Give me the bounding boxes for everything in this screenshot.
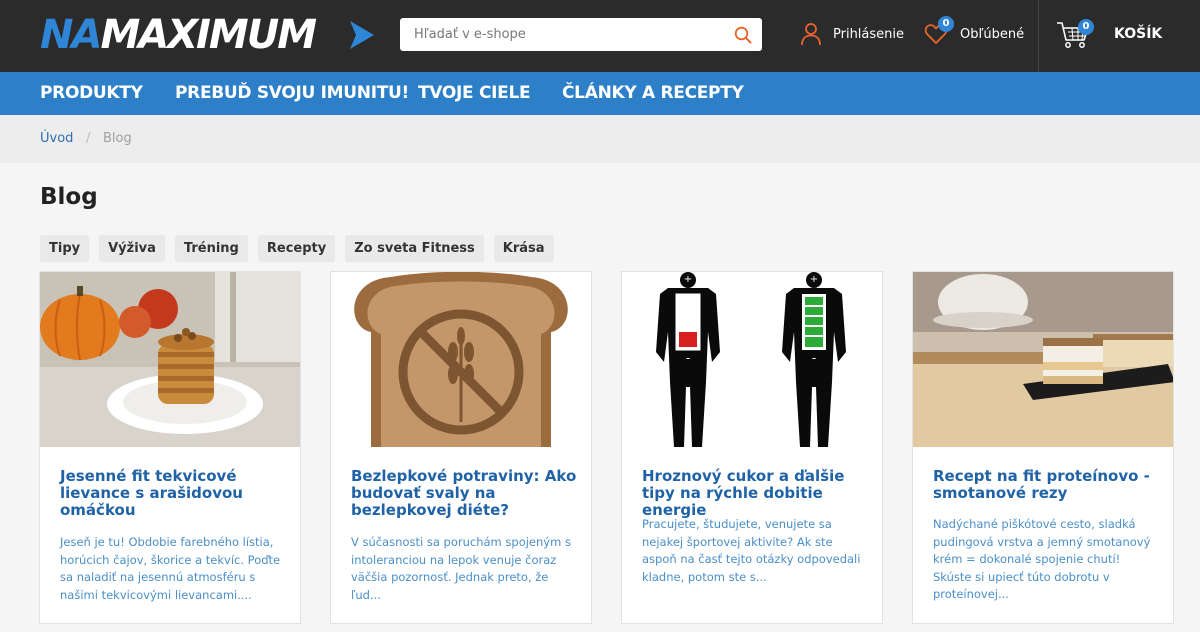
- tag-training[interactable]: Tréning: [174, 235, 248, 262]
- site-logo[interactable]: NAMAXIMUM: [40, 14, 374, 56]
- tag-tips[interactable]: Tipy: [40, 235, 90, 262]
- blog-card-title[interactable]: Jesenné fit tekvicové lievance s arašido…: [60, 468, 290, 519]
- nav-item-goals[interactable]: TVOJE CIELE: [418, 72, 531, 115]
- cart-label: KOŠÍK: [1114, 26, 1163, 42]
- blog-card-excerpt: Nadýchané piškótové cesto, sladká puding…: [933, 517, 1151, 601]
- main-nav: PRODUKTY PREBUĎ SVOJU IMUNITU! TVOJE CIE…: [0, 72, 1200, 115]
- favorites-link[interactable]: 0 Obľúbené: [924, 16, 1025, 48]
- cart-count-badge: 0: [1078, 19, 1094, 35]
- logo-text-part2: MAXIMUM: [100, 12, 317, 58]
- svg-text:+: +: [684, 274, 692, 285]
- pumpkin-pancakes-image: [40, 272, 300, 447]
- breadcrumb-separator: /: [86, 131, 91, 146]
- favorites-icon-wrap: 0: [924, 16, 954, 46]
- breadcrumb-current: Blog: [103, 131, 132, 146]
- favorites-label: Obľúbené: [960, 26, 1025, 42]
- svg-text:+: +: [810, 274, 818, 285]
- page-title: Blog: [40, 184, 98, 210]
- blog-card-title[interactable]: Hroznový cukor a ďalšie tipy na rýchle d…: [642, 468, 872, 519]
- favorites-count-badge: 0: [938, 16, 954, 32]
- energy-battery-bodies-image: + - + -: [622, 272, 882, 447]
- svg-text:-: -: [686, 351, 690, 365]
- logo-arrow-icon: [350, 21, 374, 49]
- header-divider: [1038, 0, 1039, 72]
- blog-card[interactable]: Recept na fit proteínovo - smotanové rez…: [912, 271, 1174, 624]
- gluten-free-bread-image: [331, 272, 591, 447]
- blog-card-title[interactable]: Recept na fit proteínovo - smotanové rez…: [933, 468, 1163, 502]
- top-header: NAMAXIMUM Prihlásenie 0 Obľúbené: [0, 0, 1200, 72]
- tag-beauty[interactable]: Krása: [493, 235, 554, 262]
- category-tags: Tipy Výživa Tréning Recepty Zo sveta Fit…: [40, 235, 554, 262]
- tag-nutrition[interactable]: Výživa: [99, 235, 165, 262]
- blog-card[interactable]: + - + - Hroznový cukor a ďalšie tipy na …: [621, 271, 883, 624]
- login-link[interactable]: Prihlásenie: [800, 20, 904, 48]
- cream-cake-slices-image: [913, 272, 1173, 447]
- blog-card[interactable]: Bezlepkové potraviny: Ako budovať svaly …: [330, 271, 592, 624]
- logo-text-part1: NA: [40, 12, 102, 58]
- cart-link[interactable]: 0 KOŠÍK: [1056, 16, 1162, 52]
- blog-card-excerpt: Jeseň je tu! Obdobie farebného lístia, h…: [60, 535, 281, 602]
- search-box: [400, 18, 762, 51]
- nav-item-immunity[interactable]: PREBUĎ SVOJU IMUNITU!: [175, 72, 409, 115]
- blog-card-excerpt: V súčasnosti sa poruchám spojeným s into…: [351, 535, 571, 602]
- svg-text:-: -: [812, 351, 816, 365]
- user-icon: [801, 23, 821, 46]
- search-input[interactable]: [400, 18, 720, 51]
- blog-card-title[interactable]: Bezlepkové potraviny: Ako budovať svaly …: [351, 468, 581, 519]
- blog-card[interactable]: Jesenné fit tekvicové lievance s arašido…: [39, 271, 301, 624]
- tag-fitness-world[interactable]: Zo sveta Fitness: [345, 235, 484, 262]
- nav-item-products[interactable]: PRODUKTY: [40, 72, 143, 115]
- nav-item-articles-recipes[interactable]: ČLÁNKY A RECEPTY: [562, 72, 744, 115]
- breadcrumb-home-link[interactable]: Úvod: [40, 131, 73, 146]
- cart-icon-wrap: 0: [1056, 18, 1094, 50]
- login-label: Prihlásenie: [833, 26, 905, 42]
- blog-card-excerpt: Pracujete, študujete, venujete sa nejake…: [642, 517, 861, 584]
- search-icon[interactable]: [734, 26, 752, 44]
- tag-recipes[interactable]: Recepty: [257, 235, 336, 262]
- breadcrumb: Úvod / Blog: [0, 115, 1200, 163]
